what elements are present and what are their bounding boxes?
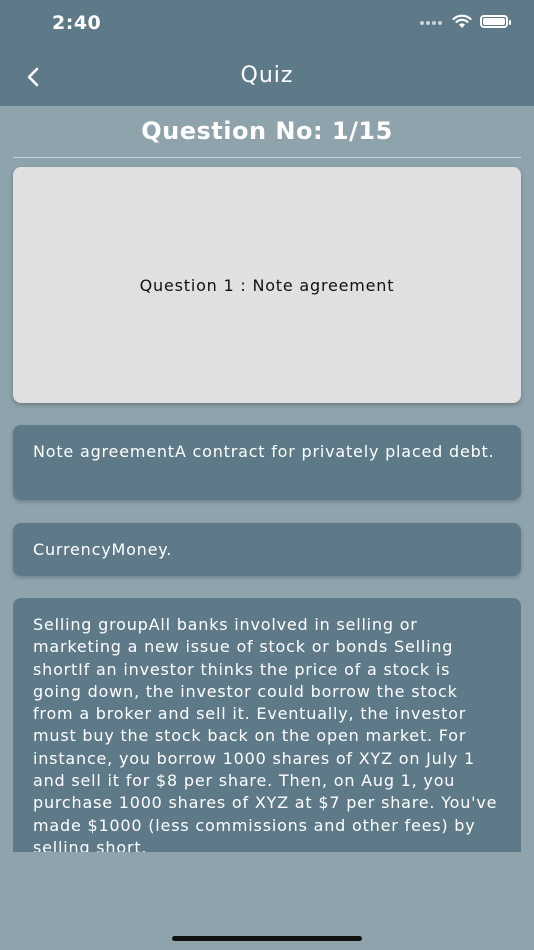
answer-option-3[interactable]: Selling groupAll banks involved in selli…	[13, 598, 521, 852]
nav-title: Quiz	[240, 63, 294, 88]
wifi-icon	[452, 14, 472, 28]
home-indicator[interactable]	[172, 936, 362, 941]
question-card: Question 1 : Note agreement	[13, 167, 521, 403]
answer-option-1[interactable]: Note agreementA contract for privately p…	[13, 425, 521, 500]
question-number: Question No: 1/15	[141, 117, 393, 145]
question-text: Question 1 : Note agreement	[139, 275, 395, 295]
signal-icon	[420, 19, 444, 25]
divider	[13, 157, 521, 158]
status-time: 2:40	[52, 12, 102, 34]
nav-bar: Quiz	[0, 48, 534, 106]
status-icons	[420, 14, 511, 29]
status-bar: 2:40	[0, 0, 534, 48]
battery-icon	[480, 15, 511, 28]
answer-option-2[interactable]: CurrencyMoney.	[13, 523, 521, 576]
